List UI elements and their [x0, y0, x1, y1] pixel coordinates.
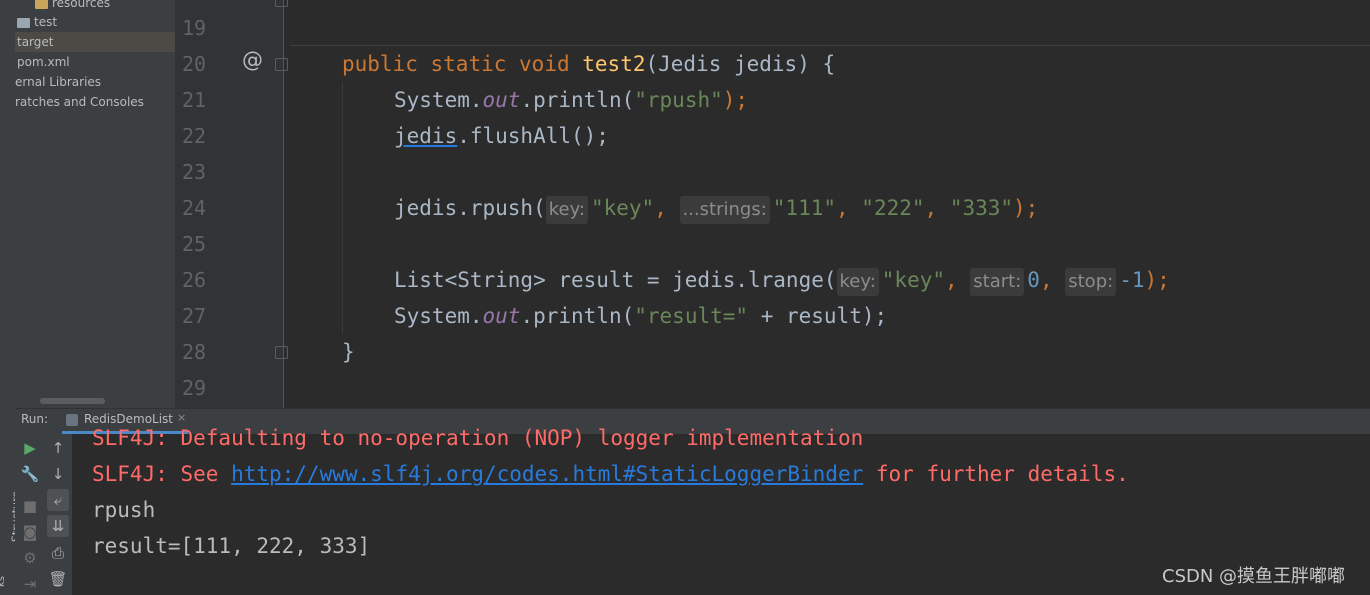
indent-guide — [342, 82, 343, 334]
trash-icon[interactable]: 🗑 — [47, 568, 69, 590]
param-hint: key: — [836, 268, 879, 296]
scroll-to-end-icon[interactable]: ⇊ — [47, 515, 69, 537]
console-line: SLF4J: See http://www.slf4j.org/codes.ht… — [92, 462, 1129, 486]
arrow-up-icon[interactable]: ↑ — [47, 437, 69, 459]
code-line-24: jedis.rpush(key: "key", ...strings: "111",… — [394, 190, 1038, 226]
code-line-27: System.out.println("result=" + result); — [394, 304, 888, 328]
tree-item-test[interactable]: test — [17, 12, 57, 32]
resources-folder-icon — [35, 0, 48, 9]
console-line: SLF4J: Defaulting to no-operation (NOP) … — [92, 426, 864, 450]
folder-icon — [17, 17, 30, 28]
stop-icon[interactable]: ■ — [19, 495, 41, 517]
param-hint: key: — [545, 196, 588, 224]
fold-icon[interactable] — [275, 0, 288, 7]
code-line-20: public static void test2(Jedis jedis) { — [342, 52, 836, 76]
param-hint: ...strings: — [679, 196, 770, 224]
line-number: 21 — [182, 88, 207, 112]
line-number: 28 — [182, 340, 207, 364]
line-number: 25 — [182, 232, 207, 256]
param-hint: stop: — [1065, 268, 1117, 296]
code-line-28: } — [342, 340, 355, 364]
fold-icon[interactable] — [275, 346, 288, 359]
tree-item-pom[interactable]: pom.xml — [17, 52, 70, 72]
soft-wrap-icon[interactable]: ⤶ — [47, 489, 69, 511]
line-number: 19 — [182, 16, 207, 40]
line-number: 29 — [182, 376, 207, 400]
annotation-at-icon[interactable]: @ — [242, 48, 263, 72]
jedis-field-link[interactable]: jedis — [394, 124, 457, 148]
line-number: 26 — [182, 268, 207, 292]
line-number: 20 — [182, 52, 207, 76]
tree-item-target[interactable]: target — [15, 32, 175, 52]
bookmarks-tool-tab[interactable]: ks — [0, 576, 7, 587]
slf4j-link[interactable]: http://www.slf4j.org/codes.html#StaticLo… — [231, 462, 863, 486]
tree-item-external-libraries[interactable]: ernal Libraries — [15, 72, 101, 92]
watermark: CSDN @摸鱼王胖嘟嘟 — [1162, 566, 1346, 587]
line-number: 23 — [182, 160, 207, 184]
code-line-21: System.out.println("rpush"); — [394, 88, 749, 112]
line-number: 22 — [182, 124, 207, 148]
run-config-icon — [66, 414, 78, 426]
line-number: 24 — [182, 196, 207, 220]
code-line-26: List<String> result = jedis.lrange(key: "… — [394, 262, 1170, 298]
tree-item-scratches[interactable]: ratches and Consoles — [15, 92, 144, 112]
console-line: rpush — [92, 498, 156, 522]
line-number: 27 — [182, 304, 207, 328]
run-toolbar: ▶ ↑ 🔧 ↓ ■ ⤶ ◙ ⇊ ⚙ ⎙ ⇥ 🗑 — [15, 434, 72, 595]
camera-icon[interactable]: ◙ — [19, 521, 41, 543]
run-label: Run: — [21, 412, 49, 426]
project-tree: resources test target pom.xml ernal Libr… — [15, 0, 175, 408]
exit-icon[interactable]: ⇥ — [19, 573, 41, 595]
print-icon[interactable]: ⎙ — [47, 542, 69, 564]
rerun-icon[interactable]: ▶ — [19, 437, 41, 459]
wrench-icon[interactable]: 🔧 — [19, 463, 41, 485]
code-line-22: jedis.flushAll(); — [394, 124, 609, 148]
fold-icon[interactable] — [275, 58, 288, 71]
project-horizontal-scrollbar[interactable] — [40, 398, 105, 404]
arrow-down-icon[interactable]: ↓ — [47, 463, 69, 485]
console-line: result=[111, 222, 333] — [92, 534, 371, 558]
settings-icon[interactable]: ⚙ — [19, 547, 41, 569]
param-hint: start: — [970, 268, 1025, 296]
